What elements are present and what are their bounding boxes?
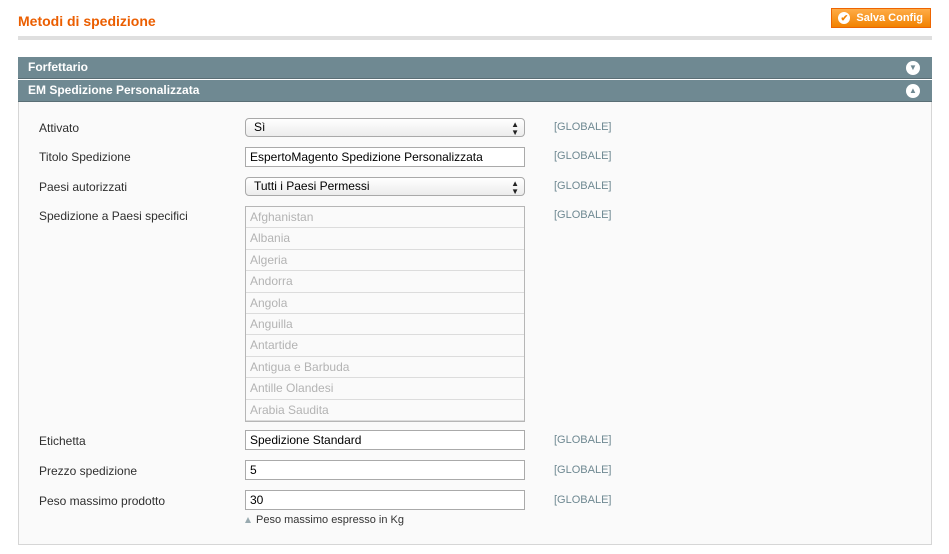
country-option[interactable]: Anguilla bbox=[246, 314, 524, 336]
checkmark-icon: ✔ bbox=[838, 12, 851, 24]
title-input[interactable]: EspertoMagento Spedizione Personalizzata bbox=[245, 147, 525, 167]
section-custom-header[interactable]: EM Spedizione Personalizzata ▲ bbox=[18, 80, 932, 102]
scope-label: [GLOBALE] bbox=[554, 494, 612, 506]
field-label-allowed-countries: Paesi autorizzati bbox=[39, 180, 128, 194]
country-option[interactable]: Arabia Saudita bbox=[246, 400, 524, 421]
scope-label: [GLOBALE] bbox=[554, 121, 612, 133]
save-config-label: Salva Config bbox=[856, 12, 923, 24]
page-header: Metodi di spedizione ✔ Salva Config bbox=[18, 0, 932, 40]
field-label-price: Prezzo spedizione bbox=[39, 464, 138, 478]
scope-label: [GLOBALE] bbox=[554, 464, 612, 476]
country-option[interactable]: Afghanistan bbox=[246, 207, 524, 229]
field-label-max-weight: Peso massimo prodotto bbox=[39, 494, 166, 508]
scope-label: [GLOBALE] bbox=[554, 434, 612, 446]
section-custom-title: EM Spedizione Personalizzata bbox=[28, 83, 200, 97]
field-label-title: Titolo Spedizione bbox=[39, 150, 131, 164]
allowed-countries-select-value: Tutti i Paesi Permessi bbox=[254, 179, 370, 193]
collapse-up-icon[interactable]: ▲ bbox=[906, 84, 920, 98]
save-config-button[interactable]: ✔ Salva Config bbox=[831, 8, 931, 28]
country-option[interactable]: Angola bbox=[246, 293, 524, 314]
scope-label: [GLOBALE] bbox=[554, 209, 612, 221]
section-flat-rate-header[interactable]: Forfettario ▼ bbox=[18, 57, 932, 79]
page-title: Metodi di spedizione bbox=[18, 13, 156, 29]
country-option[interactable]: Antartide bbox=[246, 335, 524, 357]
max-weight-note-text: Peso massimo espresso in Kg bbox=[256, 514, 404, 526]
country-option[interactable]: Antigua e Barbuda bbox=[246, 357, 524, 379]
country-option[interactable]: Algeria bbox=[246, 250, 524, 272]
select-arrows-icon: ▲ ▼ bbox=[511, 120, 519, 137]
field-label-label: Etichetta bbox=[39, 434, 86, 448]
section-custom-fieldset: Attivato Sì ▲ ▼ [GLOBALE] Titolo Spedizio… bbox=[18, 102, 932, 545]
max-weight-input[interactable]: 30 bbox=[245, 490, 525, 510]
field-label-specific-countries: Spedizione a Paesi specifici bbox=[39, 209, 188, 223]
enabled-select-value: Sì bbox=[254, 120, 266, 134]
section-flat-rate-title: Forfettario bbox=[28, 60, 88, 74]
field-label-enabled: Attivato bbox=[39, 121, 80, 135]
max-weight-note: Peso massimo espresso in Kg bbox=[245, 514, 404, 526]
specific-countries-multiselect[interactable]: Afghanistan Albania Algeria Andorra Ango… bbox=[245, 206, 525, 422]
expand-down-icon[interactable]: ▼ bbox=[906, 61, 920, 75]
enabled-select[interactable]: Sì ▲ ▼ bbox=[245, 118, 525, 137]
note-triangle-icon bbox=[245, 517, 251, 523]
allowed-countries-select[interactable]: Tutti i Paesi Permessi ▲ ▼ bbox=[245, 177, 525, 196]
scope-label: [GLOBALE] bbox=[554, 150, 612, 162]
scope-label: [GLOBALE] bbox=[554, 180, 612, 192]
select-arrows-icon: ▲ ▼ bbox=[511, 179, 519, 196]
country-option[interactable]: Antille Olandesi bbox=[246, 378, 524, 400]
price-input[interactable]: 5 bbox=[245, 460, 525, 480]
country-option[interactable]: Albania bbox=[246, 228, 524, 250]
country-option[interactable]: Andorra bbox=[246, 271, 524, 293]
label-input[interactable]: Spedizione Standard bbox=[245, 430, 525, 450]
